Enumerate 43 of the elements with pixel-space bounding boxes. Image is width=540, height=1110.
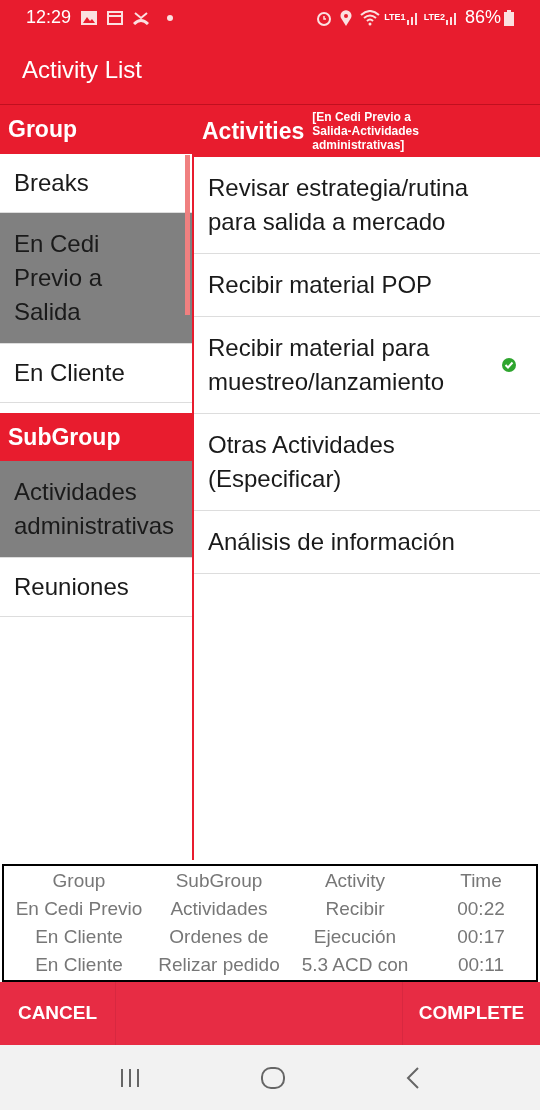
clock: 12:29 [26, 6, 72, 29]
screen-title: Activity List [22, 54, 143, 85]
network-label: LTE1 [384, 13, 406, 22]
table-cell-text: 00:22 [456, 897, 506, 921]
location-icon [340, 9, 353, 26]
back-icon[interactable] [404, 1065, 421, 1090]
table-cell-text: Ejecución [312, 925, 398, 949]
activity-item[interactable]: Recibir material POP [194, 254, 540, 317]
section-header: Activities [202, 116, 305, 146]
table-cell-text: Relizar pedido [157, 953, 281, 977]
table-cell-text: En Cliente [34, 953, 124, 977]
activity-item[interactable]: Otras Actividades (Especificar) [194, 414, 540, 511]
home-icon[interactable] [260, 1065, 286, 1090]
image-icon [81, 10, 98, 25]
signal-icon [444, 10, 459, 25]
alarm-icon [316, 9, 333, 26]
table-cell-text: Actividades [169, 897, 269, 921]
section-header: SubGroup [8, 422, 121, 452]
table-cell-text: 5.3 ACD con [300, 953, 410, 977]
activity-item[interactable]: Revisar estrategia/rutina para salida a mercado [194, 157, 540, 254]
recent-apps-icon[interactable] [119, 1066, 142, 1089]
signal-icon [405, 10, 420, 25]
table-cell-text: En Cedi Previo [14, 897, 144, 921]
table-cell-text: 00:11 [456, 953, 506, 977]
column-header: Group [51, 869, 107, 893]
section-header: Group [0, 105, 192, 154]
table-cell-text: Recibir [324, 897, 386, 921]
column-header: SubGroup [174, 869, 264, 893]
calendar-icon [107, 10, 124, 25]
list-item[interactable]: Actividades administrativas [0, 461, 192, 558]
list-item[interactable]: En Cedi Previo a Salida [0, 213, 192, 344]
battery-icon [504, 9, 514, 26]
table-cell-text: Ordenes de [168, 925, 270, 949]
network-label: LTE2 [423, 13, 445, 22]
column-header: Activity [323, 869, 387, 893]
activity-item[interactable]: Análisis de información [194, 511, 540, 574]
context-label: [En Cedi Previo a Salida-Actividades administrativas] [312, 110, 420, 152]
activity-item[interactable]: Recibir material para muestreo/lanzamiento [194, 317, 540, 414]
table-cell-text: En Cliente [34, 925, 124, 949]
column-header: Time [459, 869, 503, 893]
battery-percent: 86% [464, 6, 501, 29]
table-cell-text: 00:17 [456, 925, 506, 949]
wifi-icon [360, 9, 381, 26]
